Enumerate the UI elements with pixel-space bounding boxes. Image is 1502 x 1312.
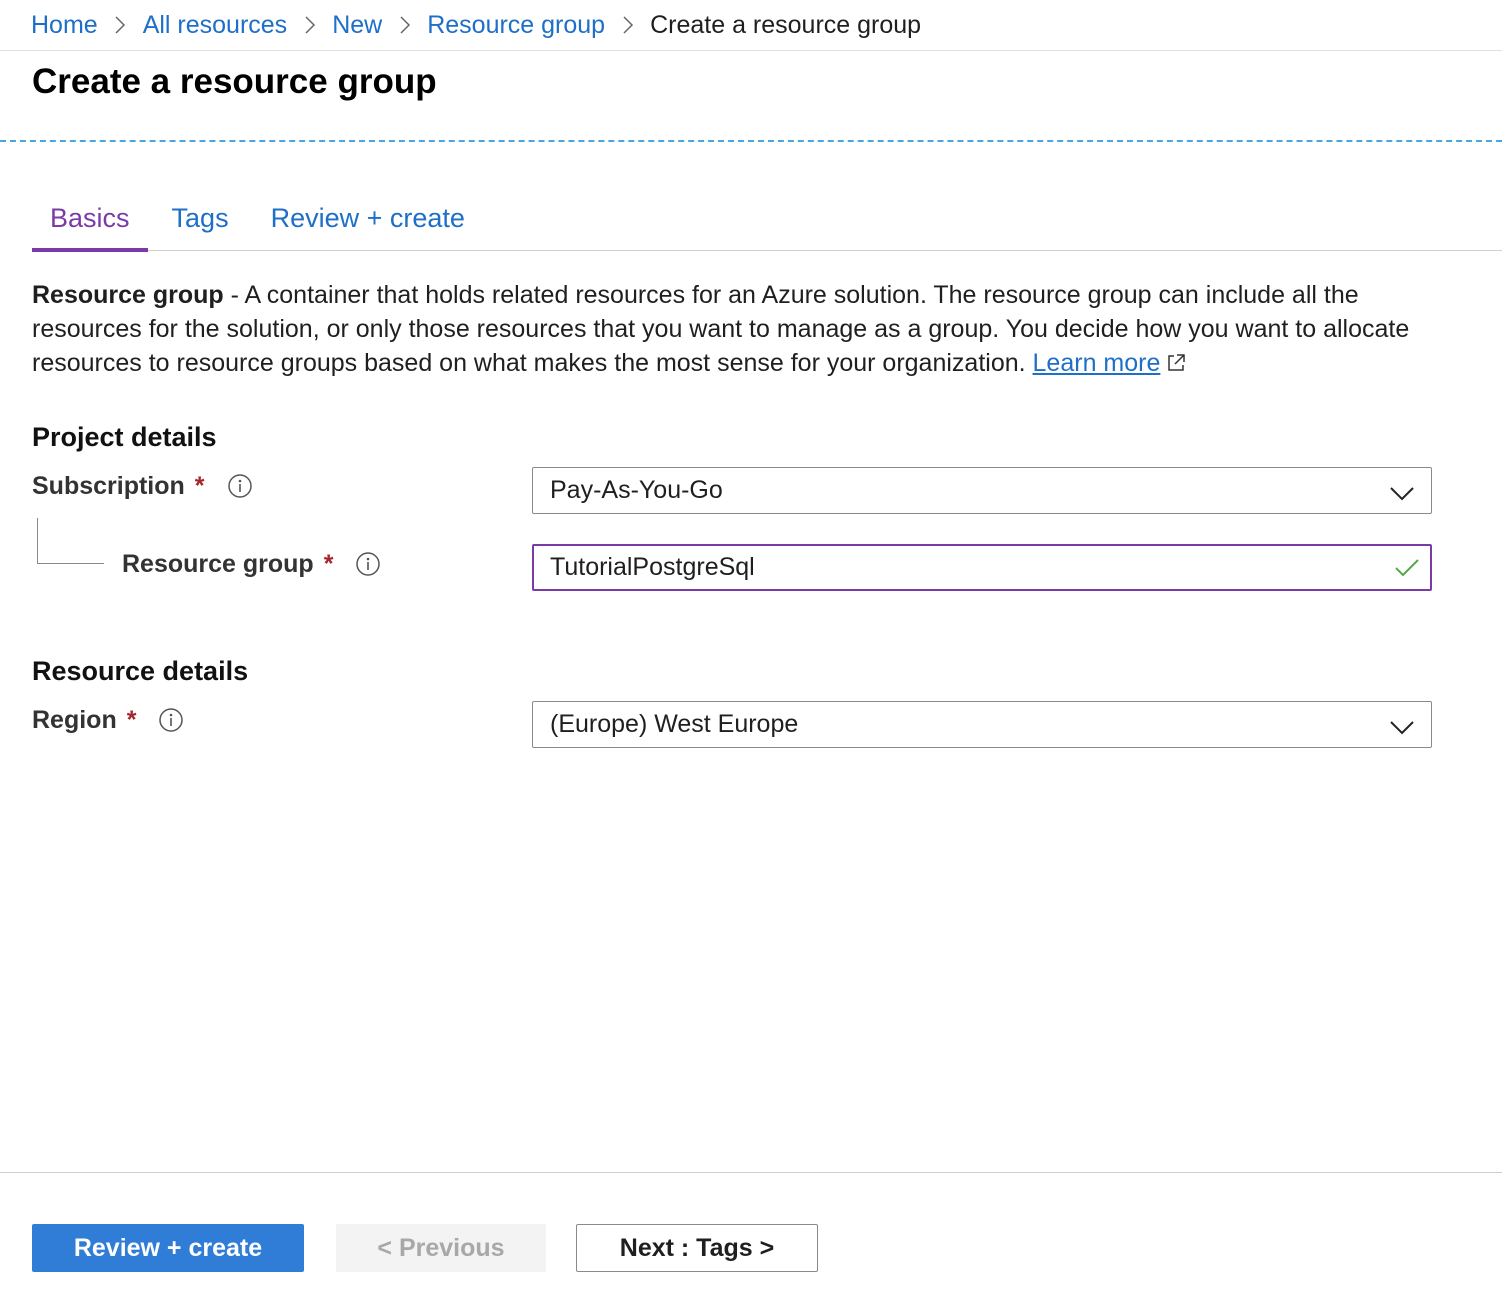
external-link-icon (1166, 348, 1186, 382)
info-icon[interactable] (227, 473, 253, 499)
tree-connector (37, 518, 104, 564)
description-text: - A container that holds related resourc… (32, 281, 1410, 377)
tab-basics[interactable]: Basics (32, 195, 148, 252)
breadcrumb-current: Create a resource group (650, 10, 922, 39)
subscription-select[interactable]: Pay-As-You-Go (532, 467, 1432, 514)
chevron-right-icon (98, 15, 143, 35)
tab-bar: Basics Tags Review + create (32, 195, 1502, 252)
chevron-down-icon (1389, 715, 1415, 744)
region-label-text: Region (32, 705, 117, 734)
required-asterisk: * (194, 471, 205, 500)
chevron-right-icon (382, 15, 427, 35)
resource-group-label-text: Resource group (122, 549, 314, 578)
chevron-down-icon (1389, 481, 1415, 510)
breadcrumb-resource-group[interactable]: Resource group (427, 11, 605, 40)
chevron-right-icon (605, 15, 650, 35)
region-select[interactable]: (Europe) West Europe (532, 701, 1432, 748)
resource-group-input[interactable]: TutorialPostgreSql (532, 544, 1432, 591)
footer-divider (0, 1172, 1502, 1173)
project-details-heading: Project details (32, 422, 217, 452)
subscription-label-text: Subscription (32, 471, 185, 500)
tab-tags[interactable]: Tags (172, 195, 229, 251)
required-asterisk: * (323, 549, 334, 578)
resource-details-heading: Resource details (32, 656, 249, 686)
region-value: (Europe) West Europe (550, 710, 799, 738)
breadcrumb-home[interactable]: Home (31, 11, 98, 40)
required-asterisk: * (126, 705, 137, 734)
checkmark-icon (1394, 557, 1420, 586)
info-icon[interactable] (355, 551, 381, 577)
review-create-button[interactable]: Review + create (32, 1224, 304, 1272)
breadcrumb-all-resources[interactable]: All resources (143, 11, 288, 40)
resource-group-description: Resource group - A container that holds … (32, 278, 1442, 382)
subscription-value: Pay-As-You-Go (550, 476, 723, 504)
page-title: Create a resource group (32, 62, 437, 101)
breadcrumb-new[interactable]: New (332, 11, 382, 40)
next-tags-button[interactable]: Next : Tags > (576, 1224, 818, 1272)
chevron-right-icon (287, 15, 332, 35)
info-icon[interactable] (158, 707, 184, 733)
previous-button[interactable]: < Previous (336, 1224, 546, 1272)
region-label: Region * (32, 700, 184, 740)
description-term: Resource group (32, 281, 224, 309)
resource-group-value: TutorialPostgreSql (550, 553, 755, 581)
learn-more-label: Learn more (1032, 349, 1161, 377)
resource-group-label: Resource group * (122, 544, 381, 584)
breadcrumb: Home All resources New Resource group Cr… (0, 0, 1502, 51)
tab-review-create[interactable]: Review + create (271, 195, 465, 251)
header-divider (0, 140, 1502, 142)
subscription-label: Subscription * (32, 466, 253, 506)
learn-more-link[interactable]: Learn more (1033, 349, 1187, 377)
